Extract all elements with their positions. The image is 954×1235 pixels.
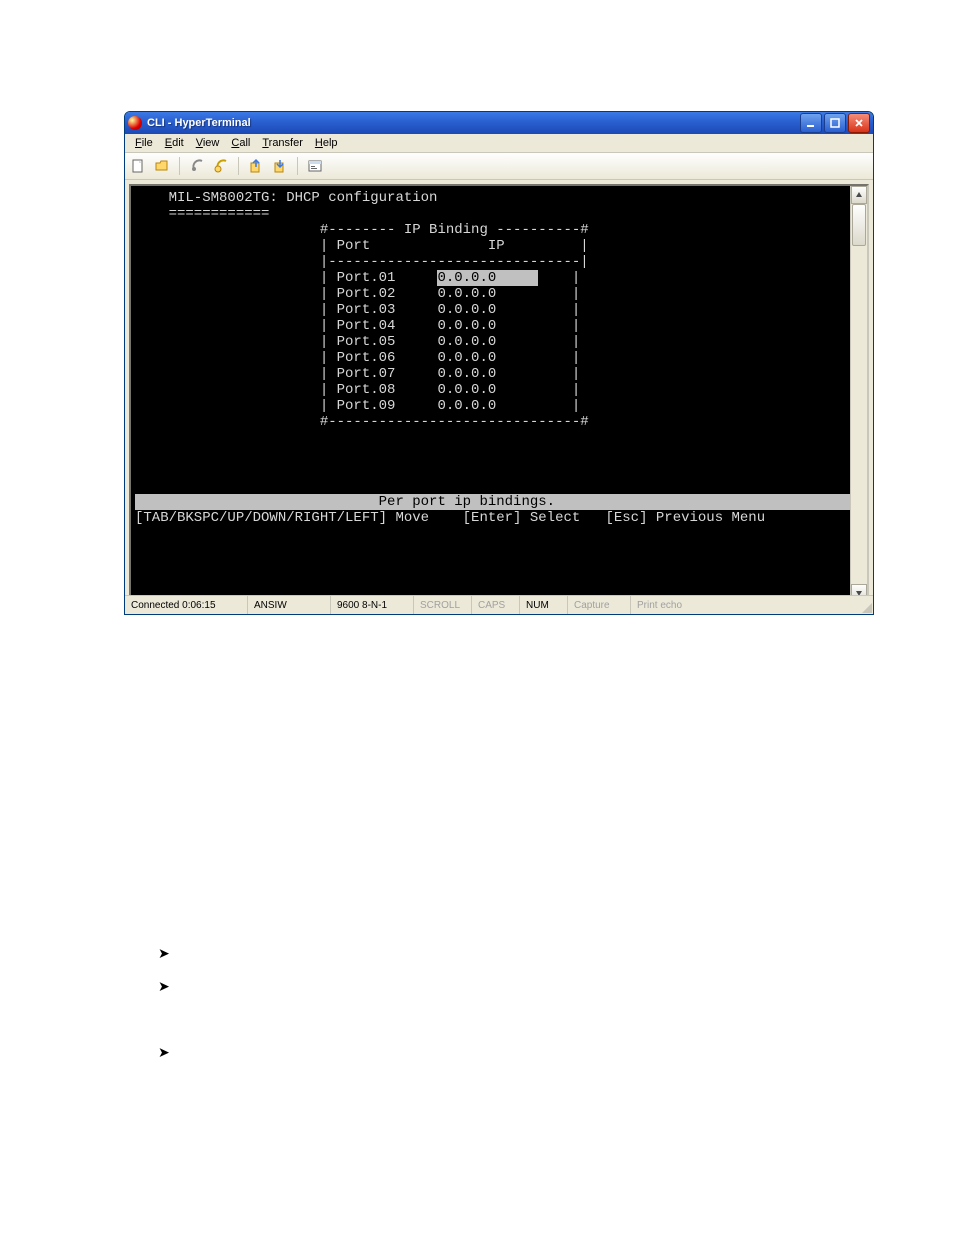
selected-ip-field[interactable]: 0.0.0.0 bbox=[437, 270, 538, 286]
status-scroll: SCROLL bbox=[414, 596, 472, 614]
terminal-row[interactable]: | Port.07 0.0.0.0 | bbox=[135, 366, 863, 382]
hint-line: Per port ip bindings. bbox=[135, 494, 863, 510]
terminal-line bbox=[135, 462, 863, 478]
properties-icon[interactable] bbox=[306, 157, 324, 175]
menu-transfer[interactable]: Transfer bbox=[256, 136, 309, 150]
terminal-line: | Port IP | bbox=[135, 238, 863, 254]
terminal-line bbox=[135, 430, 863, 446]
minimize-button[interactable] bbox=[800, 113, 822, 133]
scrollbar[interactable] bbox=[850, 186, 867, 602]
receive-icon[interactable] bbox=[271, 157, 289, 175]
terminal-line bbox=[135, 478, 863, 494]
scroll-up-icon[interactable] bbox=[851, 186, 867, 204]
terminal-line: |------------------------------| bbox=[135, 254, 863, 270]
terminal-row[interactable]: | Port.02 0.0.0.0 | bbox=[135, 286, 863, 302]
terminal-line: ============ bbox=[135, 206, 863, 222]
menu-view[interactable]: View bbox=[190, 136, 226, 150]
app-window: CLI - HyperTerminal File Edit View Call … bbox=[124, 111, 874, 615]
status-capture: Capture bbox=[568, 596, 631, 614]
terminal-line: #------------------------------# bbox=[135, 414, 863, 430]
status-connected: Connected 0:06:15 bbox=[125, 596, 248, 614]
menubar: File Edit View Call Transfer Help bbox=[125, 134, 873, 153]
statusbar: Connected 0:06:15 ANSIW 9600 8-N-1 SCROL… bbox=[125, 595, 873, 614]
new-icon[interactable] bbox=[129, 157, 147, 175]
terminal-line bbox=[135, 446, 863, 462]
bullet-icon: ➤ bbox=[158, 1044, 170, 1061]
connect-icon[interactable] bbox=[188, 157, 206, 175]
menu-file[interactable]: File bbox=[129, 136, 159, 150]
terminal-line: #-------- IP Binding ----------# bbox=[135, 222, 863, 238]
disconnect-icon[interactable] bbox=[212, 157, 230, 175]
terminal-row[interactable]: | Port.04 0.0.0.0 | bbox=[135, 318, 863, 334]
bullet-icon: ➤ bbox=[158, 945, 170, 962]
close-button[interactable] bbox=[848, 113, 870, 133]
terminal-row[interactable]: | Port.09 0.0.0.0 | bbox=[135, 398, 863, 414]
status-emulation: ANSIW bbox=[248, 596, 331, 614]
bullet-icon: ➤ bbox=[158, 978, 170, 995]
maximize-button[interactable] bbox=[824, 113, 846, 133]
open-icon[interactable] bbox=[153, 157, 171, 175]
terminal-row[interactable]: | Port.06 0.0.0.0 | bbox=[135, 350, 863, 366]
menu-call[interactable]: Call bbox=[225, 136, 256, 150]
terminal-frame: MIL-SM8002TG: DHCP configuration =======… bbox=[129, 184, 869, 604]
toolbar bbox=[125, 153, 873, 180]
app-icon bbox=[128, 116, 142, 130]
status-caps: CAPS bbox=[472, 596, 520, 614]
terminal[interactable]: MIL-SM8002TG: DHCP configuration =======… bbox=[131, 186, 867, 602]
scroll-thumb[interactable] bbox=[852, 204, 866, 246]
status-num: NUM bbox=[520, 596, 568, 614]
titlebar: CLI - HyperTerminal bbox=[125, 112, 873, 134]
resize-grip[interactable] bbox=[860, 601, 872, 613]
status-settings: 9600 8-N-1 bbox=[331, 596, 414, 614]
terminal-row[interactable]: | Port.01 0.0.0.0 | bbox=[135, 270, 863, 286]
terminal-row[interactable]: | Port.05 0.0.0.0 | bbox=[135, 334, 863, 350]
send-icon[interactable] bbox=[247, 157, 265, 175]
status-printecho: Print echo bbox=[631, 596, 873, 614]
terminal-line: MIL-SM8002TG: DHCP configuration bbox=[135, 190, 863, 206]
terminal-row[interactable]: | Port.03 0.0.0.0 | bbox=[135, 302, 863, 318]
window-title: CLI - HyperTerminal bbox=[147, 117, 800, 129]
menu-help[interactable]: Help bbox=[309, 136, 344, 150]
nav-line: [TAB/BKSPC/UP/DOWN/RIGHT/LEFT] Move [Ent… bbox=[135, 510, 863, 526]
menu-edit[interactable]: Edit bbox=[159, 136, 190, 150]
terminal-row[interactable]: | Port.08 0.0.0.0 | bbox=[135, 382, 863, 398]
